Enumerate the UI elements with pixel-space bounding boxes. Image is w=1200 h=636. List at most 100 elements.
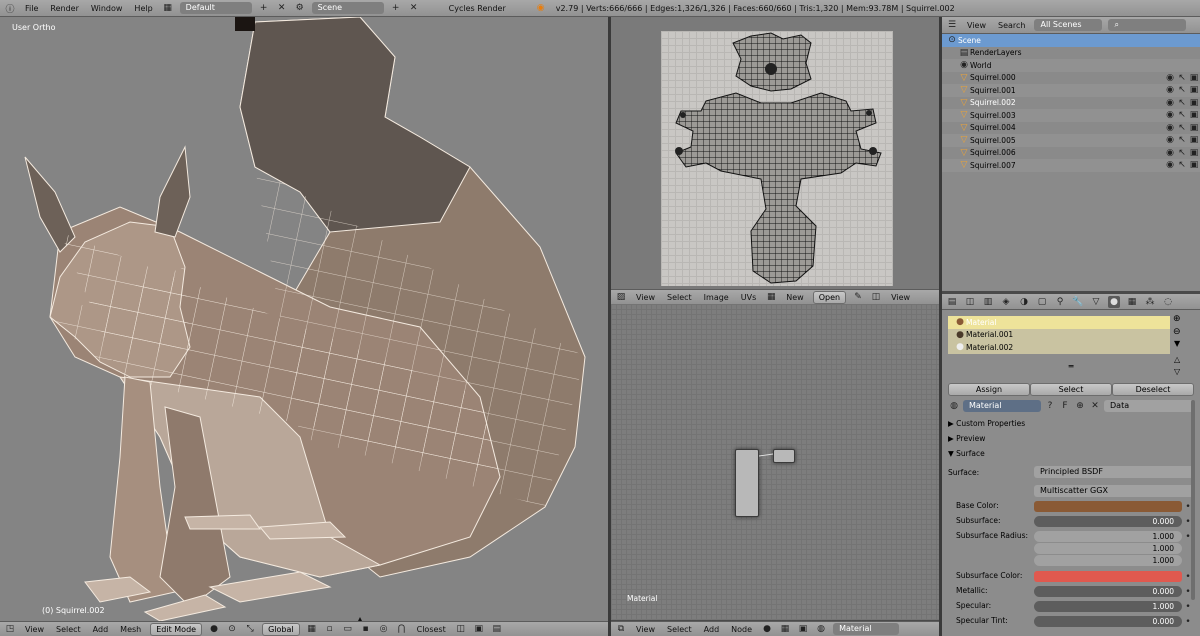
render-tab-icon[interactable]: ◫	[964, 296, 976, 308]
assign-button[interactable]: Assign	[948, 382, 1030, 396]
outliner-menu-search[interactable]: Search	[995, 21, 1028, 30]
opengl-render-icon[interactable]: ▣	[473, 623, 485, 635]
slot-down-icon[interactable]: ▽	[1174, 367, 1180, 376]
material-slots-list[interactable]: ● Material ● Material.001 ● Material.002	[948, 316, 1170, 354]
orientation-select[interactable]: Global	[262, 622, 300, 636]
open-image-button[interactable]: Open	[812, 290, 847, 304]
cursor-select-icon[interactable]: ↖	[1176, 84, 1188, 96]
scene-tab-icon[interactable]: ◈	[1000, 296, 1012, 308]
screen-layout-icon[interactable]: ▦	[162, 2, 174, 14]
manipulator-icon[interactable]: ⤡	[244, 623, 256, 635]
render-engine-select[interactable]: Cycles Render	[446, 4, 509, 13]
outliner-row[interactable]: ▽ Squirrel.007 ◉ ↖ ▣	[942, 159, 1200, 172]
eye-icon[interactable]: ◉	[1164, 84, 1176, 96]
uv-menu-select[interactable]: Select	[664, 293, 695, 302]
object-tab-icon[interactable]: ▢	[1036, 296, 1048, 308]
list-resize-handle[interactable]: ═	[942, 362, 1200, 371]
camera-render-icon[interactable]: ▣	[1188, 97, 1200, 109]
node-menu-view[interactable]: View	[633, 625, 658, 634]
outliner-row[interactable]: ▽ Squirrel.002 ◉ ↖ ▣	[942, 97, 1200, 110]
panel-preview[interactable]: ▶ Preview	[942, 431, 1200, 446]
uv-menu-uvs[interactable]: UVs	[738, 293, 760, 302]
texture-tab-icon[interactable]: ▦	[1126, 296, 1138, 308]
uv-menu-image[interactable]: Image	[701, 293, 732, 302]
editor-type-node-icon[interactable]: ⧉	[615, 623, 627, 635]
camera-render-icon[interactable]: ▣	[1188, 134, 1200, 146]
socket-link-icon[interactable]: •	[1182, 601, 1194, 613]
constraints-tab-icon[interactable]: ⚲	[1054, 296, 1066, 308]
compositing-nodes-icon[interactable]: ▣	[797, 623, 809, 635]
select-button[interactable]: Select	[1030, 382, 1112, 396]
menu-file[interactable]: File	[22, 4, 41, 13]
remove-layout-icon[interactable]: ✕	[276, 2, 288, 14]
node-menu-node[interactable]: Node	[728, 625, 755, 634]
material-browse-icon[interactable]: ◍	[948, 400, 960, 412]
screen-layout-field[interactable]: Default	[179, 2, 252, 14]
cursor-select-icon[interactable]: ↖	[1176, 72, 1188, 84]
vp-menu-select[interactable]: Select	[53, 625, 84, 634]
snap-target-select[interactable]: Closest	[414, 625, 449, 634]
snap-align-icon[interactable]: ◫	[455, 623, 467, 635]
outliner-row[interactable]: ▽ Squirrel.003 ◉ ↖ ▣	[942, 109, 1200, 122]
material-tab-icon[interactable]: ●	[1108, 295, 1120, 308]
cursor-select-icon[interactable]: ↖	[1176, 97, 1188, 109]
eye-icon[interactable]: ◉	[1164, 109, 1176, 121]
outliner-search-input[interactable]: ⌕	[1108, 19, 1187, 31]
eye-icon[interactable]: ◉	[1164, 147, 1176, 159]
distribution-select[interactable]: Multiscatter GGX	[1034, 485, 1194, 497]
add-scene-icon[interactable]: +	[390, 2, 402, 14]
slot-remove-icon[interactable]: ⊖	[1173, 327, 1181, 337]
squirrel-mesh[interactable]	[0, 17, 608, 621]
value-slider[interactable]: 1.000	[1034, 600, 1182, 612]
physics-tab-icon[interactable]: ◌	[1162, 296, 1174, 308]
menu-render[interactable]: Render	[47, 4, 81, 13]
properties-scrollbar[interactable]	[1191, 400, 1195, 600]
panel-surface[interactable]: ▼ Surface	[942, 446, 1200, 461]
slot-up-icon[interactable]: △	[1174, 355, 1180, 364]
slot-specials-icon[interactable]: ▼	[1174, 339, 1180, 348]
outliner-row[interactable]: ▽ Squirrel.004 ◉ ↖ ▣	[942, 122, 1200, 135]
color-swatch[interactable]	[1034, 570, 1182, 582]
menu-window[interactable]: Window	[88, 4, 126, 13]
link-mode-select[interactable]: Data	[1104, 399, 1194, 412]
texture-nodes-icon[interactable]: ▦	[779, 623, 791, 635]
3d-viewport[interactable]: User Ortho (0) Squirrel.002	[0, 17, 608, 621]
view-icon[interactable]: ◫	[870, 291, 882, 303]
value-slider[interactable]: 0.000	[1034, 585, 1182, 597]
eye-icon[interactable]: ◉	[1164, 122, 1176, 134]
pivot-icon[interactable]: ⊙	[226, 623, 238, 635]
vertex-select-icon[interactable]: ▫	[324, 623, 336, 635]
eye-icon[interactable]: ◉	[1164, 97, 1176, 109]
cursor-select-icon[interactable]: ↖	[1176, 159, 1188, 171]
outliner-row[interactable]: ⊙ Scene	[942, 34, 1200, 47]
outliner-row[interactable]: ▤ RenderLayers	[942, 47, 1200, 60]
shader-nodes-icon[interactable]: ●	[761, 623, 773, 635]
eye-icon[interactable]: ◉	[1164, 72, 1176, 84]
render-layers-tab-icon[interactable]: ▥	[982, 296, 994, 308]
outliner-row[interactable]: ▽ Squirrel.006 ◉ ↖ ▣	[942, 147, 1200, 160]
value-slider[interactable]: 0.000	[1034, 515, 1182, 527]
info-editor-icon[interactable]: ⓘ	[4, 2, 16, 15]
outliner-menu-view[interactable]: View	[964, 21, 989, 30]
deselect-button[interactable]: Deselect	[1112, 382, 1194, 396]
vp-menu-mesh[interactable]: Mesh	[117, 625, 144, 634]
cursor-select-icon[interactable]: ↖	[1176, 134, 1188, 146]
data-tab-icon[interactable]: ▽	[1090, 296, 1102, 308]
outliner-tree[interactable]: ⊙ Scene ▤ RenderLayers ◉ World ▽ Squirrel.000 ◉ ↖…	[942, 34, 1200, 291]
material-output-node[interactable]	[773, 449, 795, 463]
node-menu-select[interactable]: Select	[664, 625, 695, 634]
editor-type-properties-icon[interactable]: ▤	[946, 296, 958, 308]
cursor-select-icon[interactable]: ↖	[1176, 147, 1188, 159]
editor-type-image-icon[interactable]: ▨	[615, 291, 627, 303]
camera-render-icon[interactable]: ▣	[1188, 109, 1200, 121]
display-mode-select[interactable]: All Scenes	[1034, 19, 1103, 31]
outliner-row[interactable]: ▽ Squirrel.000 ◉ ↖ ▣	[942, 72, 1200, 85]
add-material-icon[interactable]: ⊕	[1074, 400, 1086, 412]
node-editor[interactable]: Material	[611, 304, 939, 620]
layers-icon[interactable]: ▦	[306, 623, 318, 635]
color-swatch[interactable]	[1034, 500, 1182, 512]
eye-icon[interactable]: ◉	[1164, 134, 1176, 146]
fake-user-toggle[interactable]: F	[1059, 400, 1071, 412]
particles-tab-icon[interactable]: ⁂	[1144, 296, 1156, 308]
opengl-anim-icon[interactable]: ▤	[491, 623, 503, 635]
